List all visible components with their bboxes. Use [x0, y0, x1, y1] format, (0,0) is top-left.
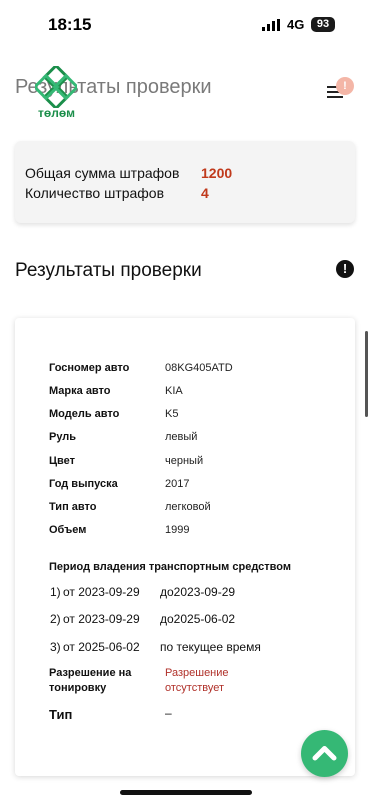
chevron-up-icon	[312, 746, 337, 761]
type-label: Тип	[49, 707, 73, 722]
color-value: черный	[165, 455, 204, 467]
total-fines-value: 1200	[201, 165, 233, 181]
plate-value: 08KG405ATD	[165, 362, 233, 374]
volume-label: Объем	[49, 524, 87, 536]
brand-value: KIA	[165, 385, 183, 397]
period-from: от 2025-06-02	[63, 640, 140, 654]
notification-badge[interactable]: !	[336, 77, 354, 95]
total-fines-label: Общая сумма штрафов	[25, 165, 180, 181]
fines-count-value: 4	[201, 185, 209, 201]
year-value: 2017	[165, 478, 190, 490]
scrollbar[interactable]	[365, 331, 368, 417]
period-to: до2025-06-02	[160, 612, 236, 626]
tint-permit-value: Разрешение отсутствует	[165, 667, 229, 694]
vehicle-details-card: Госномер авто 08KG405ATD Марка авто KIA …	[15, 318, 355, 776]
logo-text: төлөм	[38, 106, 76, 120]
period-number: 3)	[50, 640, 61, 654]
type-value: –	[165, 706, 172, 720]
steering-value: левый	[165, 431, 198, 443]
model-value: K5	[165, 408, 179, 420]
logo-icon[interactable]	[35, 66, 77, 108]
volume-value: 1999	[165, 524, 190, 536]
battery-level: 93	[311, 17, 335, 32]
plate-label: Госномер авто	[49, 362, 130, 374]
status-bar: 18:15 4G 93	[0, 0, 370, 50]
color-label: Цвет	[49, 455, 76, 467]
vehicle-type-label: Тип авто	[49, 501, 97, 513]
home-indicator	[120, 790, 252, 795]
period-from: от 2023-09-29	[63, 612, 140, 626]
vehicle-type-value: легковой	[165, 501, 211, 513]
brand-label: Марка авто	[49, 385, 111, 397]
info-icon[interactable]: !	[336, 260, 354, 278]
tint-permit-label: Разрешение на тонировку	[49, 667, 132, 694]
section-title: Результаты проверки	[15, 260, 202, 281]
signal-icon	[262, 19, 280, 31]
period-to: по текущее время	[160, 640, 261, 654]
network-type: 4G	[287, 17, 305, 32]
ownership-period-title: Период владения транспортным средством	[49, 561, 291, 573]
period-from: от 2023-09-29	[63, 585, 140, 599]
status-time: 18:15	[48, 15, 92, 34]
year-label: Год выпуска	[49, 478, 118, 490]
period-number: 1)	[50, 585, 61, 599]
scroll-to-top-button[interactable]	[301, 730, 348, 777]
model-label: Модель авто	[49, 408, 120, 420]
period-to: до2023-09-29	[160, 585, 236, 599]
steering-label: Руль	[49, 431, 77, 443]
fines-count-label: Количество штрафов	[25, 185, 165, 201]
period-number: 2)	[50, 612, 61, 626]
fines-summary-card: Общая сумма штрафов 1200 Количество штра…	[15, 141, 355, 223]
